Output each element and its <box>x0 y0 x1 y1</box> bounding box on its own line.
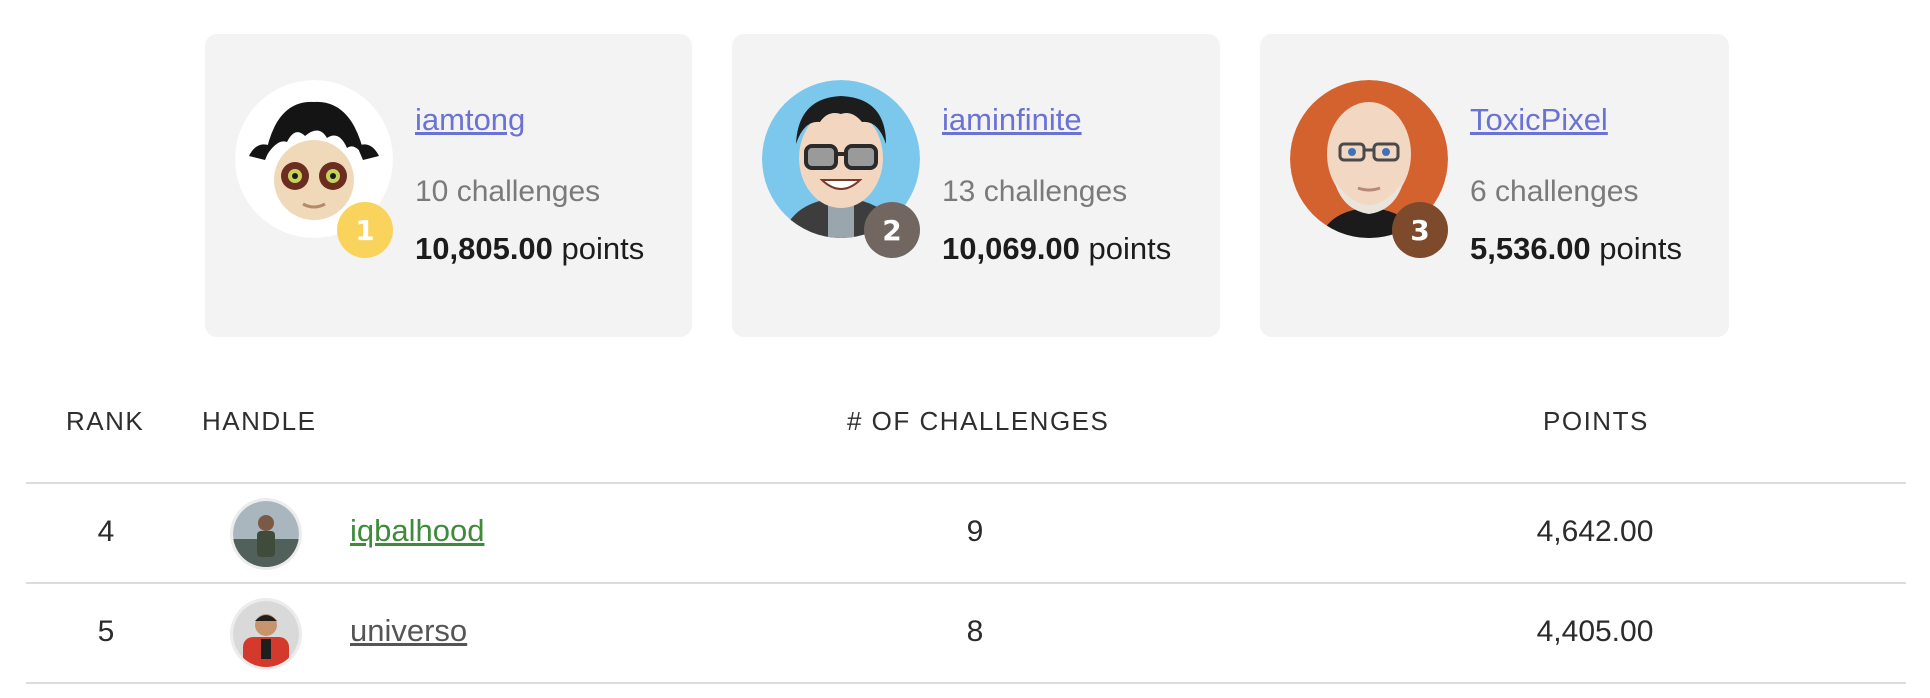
handle-link-universo[interactable]: universo <box>350 615 467 646</box>
row-challenges: 8 <box>966 615 984 648</box>
podium-card-1: 1 iamtong 10 challenges 10,805.00 points <box>205 34 692 337</box>
avatar-wrap: 2 <box>762 80 920 258</box>
row-rank: 5 <box>97 615 115 648</box>
points-line: 10,069.00 points <box>942 233 1171 264</box>
leaderboard-table-header: RANK HANDLE # OF CHALLENGES POINTS <box>0 405 1930 437</box>
row-rank: 4 <box>97 515 115 548</box>
header-challenges: # OF CHALLENGES <box>847 406 1110 436</box>
handle-link-iaminfinite[interactable]: iaminfinite <box>942 104 1171 135</box>
podium-info: ToxicPixel 6 challenges 5,536.00 points <box>1470 104 1682 264</box>
handle-link-toxicpixel[interactable]: ToxicPixel <box>1470 104 1682 135</box>
handle-link-iamtong[interactable]: iamtong <box>415 104 644 135</box>
podium-info: iaminfinite 13 challenges 10,069.00 poin… <box>942 104 1171 264</box>
points-line: 10,805.00 points <box>415 233 644 264</box>
row-points: 4,642.00 <box>1536 515 1654 548</box>
avatar-wrap: 3 <box>1290 80 1448 258</box>
table-row: 5 universo 8 4,405.00 <box>0 583 1930 683</box>
row-points: 4,405.00 <box>1536 615 1654 648</box>
podium-info: iamtong 10 challenges 10,805.00 points <box>415 104 644 264</box>
header-points: POINTS <box>1543 406 1649 436</box>
points-value: 10,069.00 <box>942 231 1080 266</box>
challenges-count: 6 challenges <box>1470 175 1639 208</box>
row-divider <box>26 682 1906 684</box>
podium-card-2: 2 iaminfinite 13 challenges 10,069.00 po… <box>732 34 1220 337</box>
podium-card-3: 3 ToxicPixel 6 challenges 5,536.00 point… <box>1260 34 1729 337</box>
points-unit: points <box>1088 231 1172 266</box>
row-challenges: 9 <box>966 515 984 548</box>
table-row: 4 iqbalhood 9 4,642.00 <box>0 483 1930 583</box>
points-value: 10,805.00 <box>415 231 553 266</box>
rank-badge-2: 2 <box>864 202 920 258</box>
challenges-count: 13 challenges <box>942 175 1128 208</box>
points-unit: points <box>561 231 645 266</box>
rank-badge-1: 1 <box>337 202 393 258</box>
header-rank: RANK <box>66 406 145 436</box>
avatar-universo[interactable] <box>233 601 299 667</box>
avatar-iqbalhood[interactable] <box>233 501 299 567</box>
handle-link-iqbalhood[interactable]: iqbalhood <box>350 515 484 546</box>
header-handle: HANDLE <box>202 406 317 436</box>
challenges-count: 10 challenges <box>415 175 601 208</box>
avatar-wrap: 1 <box>235 80 393 258</box>
points-line: 5,536.00 points <box>1470 233 1682 264</box>
points-value: 5,536.00 <box>1470 231 1591 266</box>
points-unit: points <box>1599 231 1683 266</box>
rank-badge-3: 3 <box>1392 202 1448 258</box>
